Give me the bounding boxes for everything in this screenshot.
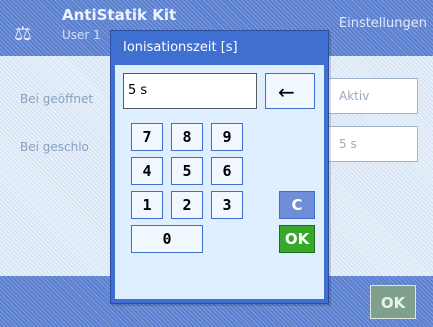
numeric-input-dialog: Ionisationszeit [s] 5 s ← 7 8 9 4 5 6 1 … bbox=[110, 30, 329, 304]
setting-label-open: Bei geöffnet bbox=[20, 92, 94, 106]
key-2[interactable]: 2 bbox=[171, 191, 203, 219]
dialog-body: 5 s ← 7 8 9 4 5 6 1 2 3 0 C OK bbox=[115, 65, 324, 299]
ok-button[interactable]: OK bbox=[279, 225, 315, 253]
key-3[interactable]: 3 bbox=[211, 191, 243, 219]
key-6[interactable]: 6 bbox=[211, 157, 243, 185]
dialog-title: Ionisationszeit [s] bbox=[123, 40, 238, 55]
app-title: AntiStatik Kit bbox=[62, 6, 177, 24]
section-title: Einstellungen bbox=[338, 16, 427, 31]
left-arrow-icon: ← bbox=[278, 80, 295, 104]
balance-scale-icon: ⚖ bbox=[14, 21, 32, 45]
key-4[interactable]: 4 bbox=[131, 157, 163, 185]
key-0[interactable]: 0 bbox=[131, 225, 203, 253]
key-7[interactable]: 7 bbox=[131, 123, 163, 151]
clear-button[interactable]: C bbox=[279, 191, 315, 219]
setting-value-open[interactable]: Aktiv bbox=[326, 78, 418, 114]
setting-label-closed: Bei geschlo bbox=[20, 140, 89, 154]
screen: ⚖ AntiStatik Kit User 1 Einstellungen Be… bbox=[0, 0, 433, 327]
setting-value-closed[interactable]: 5 s bbox=[326, 126, 418, 162]
value-input[interactable]: 5 s bbox=[123, 73, 257, 109]
user-label: User 1 bbox=[62, 28, 101, 42]
backspace-button[interactable]: ← bbox=[265, 73, 315, 109]
footer-ok-button[interactable]: OK bbox=[370, 285, 416, 319]
key-9[interactable]: 9 bbox=[211, 123, 243, 151]
key-1[interactable]: 1 bbox=[131, 191, 163, 219]
key-8[interactable]: 8 bbox=[171, 123, 203, 151]
key-5[interactable]: 5 bbox=[171, 157, 203, 185]
